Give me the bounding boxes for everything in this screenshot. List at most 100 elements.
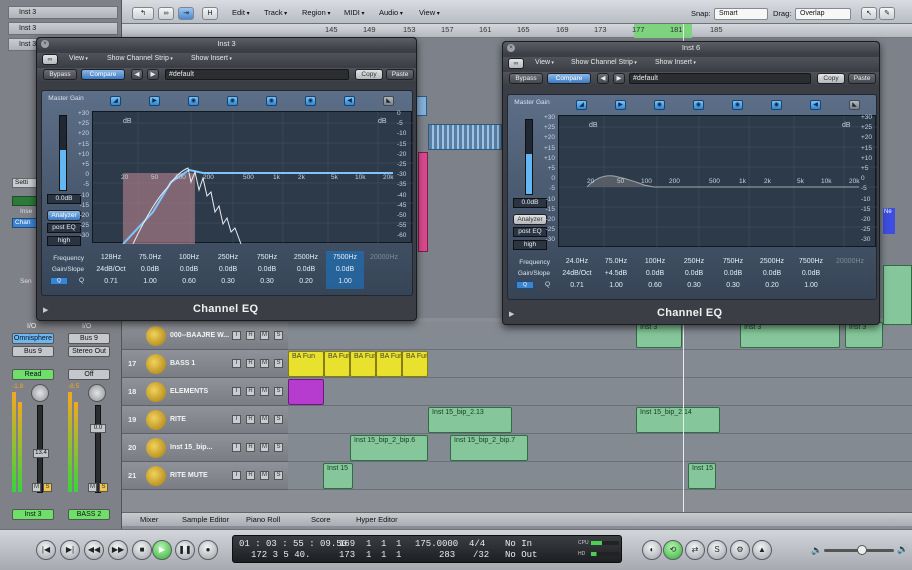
band-param-f[interactable]: 24.0Hz xyxy=(558,258,596,265)
region[interactable]: Inst 15 xyxy=(323,463,353,489)
band-toggle-icon[interactable]: ◉ xyxy=(227,96,238,106)
band-param-q[interactable]: 0.30 xyxy=(714,282,752,289)
prev-preset-icon[interactable]: ◀ xyxy=(131,69,143,80)
band-param-g[interactable]: 0.0dB xyxy=(170,266,208,273)
tab-score[interactable]: Score xyxy=(311,515,331,524)
band-toggle-icon[interactable]: ◣ xyxy=(849,100,860,110)
input-slot[interactable]: Omnisphere xyxy=(12,333,54,344)
volume-fader[interactable] xyxy=(95,405,101,493)
band-param-f[interactable]: 7500Hz xyxy=(792,258,830,265)
track-record-button[interactable]: R xyxy=(246,471,255,480)
band-param-q[interactable]: 1.00 xyxy=(326,278,364,285)
output-slot[interactable]: Stereo Out xyxy=(68,346,110,357)
close-icon[interactable]: × xyxy=(41,40,49,48)
band-param-f[interactable]: 75.0Hz xyxy=(597,258,635,265)
track-lane[interactable] xyxy=(288,462,912,490)
region[interactable]: BA Fun xyxy=(350,351,376,377)
paste-button[interactable]: Paste xyxy=(848,73,876,84)
audio-region[interactable] xyxy=(428,124,502,150)
master-volume-slider[interactable] xyxy=(824,545,894,555)
inspector-row[interactable]: Inst 3 xyxy=(8,6,118,19)
region[interactable]: Inst 3 xyxy=(845,322,883,348)
q-couple-button[interactable]: Q xyxy=(50,277,68,285)
track-record-button[interactable]: R xyxy=(246,331,255,340)
mute-button[interactable]: M xyxy=(260,415,269,424)
mute-button[interactable]: M xyxy=(260,443,269,452)
go-to-end-icon[interactable]: ▶| xyxy=(60,540,80,560)
automation-mode[interactable]: Off xyxy=(68,369,110,380)
link-icon[interactable]: ∞ xyxy=(158,7,174,20)
pencil-tool-icon[interactable]: ✎ xyxy=(879,7,895,20)
solo-button[interactable]: S xyxy=(274,471,283,480)
band-toggle-icon[interactable]: ◉ xyxy=(266,96,277,106)
region[interactable]: Inst 15_bip_2.13 xyxy=(428,407,512,433)
band-param-g[interactable]: 0.0dB xyxy=(326,266,364,273)
band-param-q[interactable]: 0.71 xyxy=(92,278,130,285)
close-icon[interactable]: × xyxy=(507,44,515,52)
region[interactable]: BA Fun xyxy=(402,351,428,377)
band-toggle-icon[interactable]: ◀ xyxy=(344,96,355,106)
band-param-q[interactable]: 0.71 xyxy=(558,282,596,289)
prev-preset-icon[interactable]: ◀ xyxy=(597,73,609,84)
band-param-f[interactable]: 250Hz xyxy=(675,258,713,265)
link-icon[interactable]: ∞ xyxy=(508,58,524,69)
fast-forward-icon[interactable]: ▶▶ xyxy=(108,540,128,560)
band-toggle-icon[interactable]: ◢ xyxy=(110,96,121,106)
master-volume-thumb[interactable] xyxy=(857,545,867,555)
output-slot[interactable]: Bus 9 xyxy=(12,346,54,357)
record-enable-button[interactable]: I xyxy=(232,415,241,424)
mute-button[interactable]: M xyxy=(260,359,269,368)
menu-audio[interactable]: Audio xyxy=(379,8,403,17)
track-record-button[interactable]: R xyxy=(246,387,255,396)
band-param-f[interactable]: 750Hz xyxy=(714,258,752,265)
record-icon[interactable]: ● xyxy=(198,540,218,560)
menu-region[interactable]: Region xyxy=(302,8,330,17)
band-toggle-icon[interactable]: ◉ xyxy=(305,96,316,106)
band-param-g[interactable]: +4.5dB xyxy=(597,270,635,277)
mute-button[interactable]: M xyxy=(260,471,269,480)
track-header[interactable]: 21 RITE MUTE I R M S xyxy=(122,462,288,490)
copy-button[interactable]: Copy xyxy=(817,73,845,84)
automation-mode[interactable]: Read xyxy=(12,369,54,380)
next-preset-icon[interactable]: ▶ xyxy=(613,73,625,84)
band-param-g[interactable]: 0.0dB xyxy=(287,266,325,273)
mute-button[interactable]: M xyxy=(260,387,269,396)
region[interactable] xyxy=(288,379,324,405)
eq-graph[interactable]: +30 +25 +20 +15 +10 +5 0 -5 -10 -15 -20 -25 -30 +30 +… xyxy=(544,114,877,248)
band-param-g[interactable]: 0.0dB xyxy=(131,266,169,273)
record-enable-button[interactable]: I xyxy=(232,387,241,396)
track-header[interactable]: 18 ELEMENTS I R M S xyxy=(122,378,288,406)
band-param-f[interactable]: 100Hz xyxy=(170,254,208,261)
band-toggle-icon[interactable]: ▶ xyxy=(615,100,626,110)
region[interactable] xyxy=(883,265,912,325)
sync-icon[interactable]: ⚙ xyxy=(730,540,750,560)
band-toggle-icon[interactable]: ◀ xyxy=(810,100,821,110)
tab-sample-editor[interactable]: Sample Editor xyxy=(182,515,229,524)
region[interactable]: BA Fun xyxy=(324,351,350,377)
bar-ruler[interactable]: 145 149 153 157 161 165 169 173 177 181 185 xyxy=(122,24,912,38)
band-param-f[interactable]: 20000Hz xyxy=(365,254,403,261)
input-slot[interactable]: Bus 9 xyxy=(68,333,110,344)
menu-show-channel-strip[interactable]: Show Channel Strip xyxy=(571,59,637,66)
band-param-g[interactable]: 24dB/Oct xyxy=(558,270,596,277)
master-gain-slider[interactable] xyxy=(525,119,533,195)
menu-track[interactable]: Track xyxy=(264,8,287,17)
solo-button[interactable]: S xyxy=(274,415,283,424)
pointer-tool-icon[interactable]: ↖ xyxy=(861,7,877,20)
solo-button[interactable]: S xyxy=(274,331,283,340)
region[interactable]: Inst 15_bip_2_bip.7 xyxy=(450,435,528,461)
replace-icon[interactable]: ◐ xyxy=(642,540,662,560)
band-param-g[interactable]: 0.0dB xyxy=(675,270,713,277)
band-param-f[interactable]: 7500Hz xyxy=(326,254,364,261)
region[interactable]: Inst 3 xyxy=(740,322,840,348)
metronome-icon[interactable]: ▲ xyxy=(752,540,772,560)
pause-icon[interactable]: ❚❚ xyxy=(175,540,195,560)
solo-button[interactable]: S xyxy=(274,443,283,452)
band-param-g[interactable]: 0.0dB xyxy=(248,266,286,273)
hide-button[interactable]: H xyxy=(202,7,218,20)
band-toggle-icon[interactable]: ◉ xyxy=(654,100,665,110)
drag-select[interactable]: Overlap xyxy=(795,8,851,20)
master-gain-slider[interactable] xyxy=(59,115,67,191)
go-to-start-icon[interactable]: |◀ xyxy=(36,540,56,560)
q-couple-button[interactable]: Q xyxy=(516,281,534,289)
